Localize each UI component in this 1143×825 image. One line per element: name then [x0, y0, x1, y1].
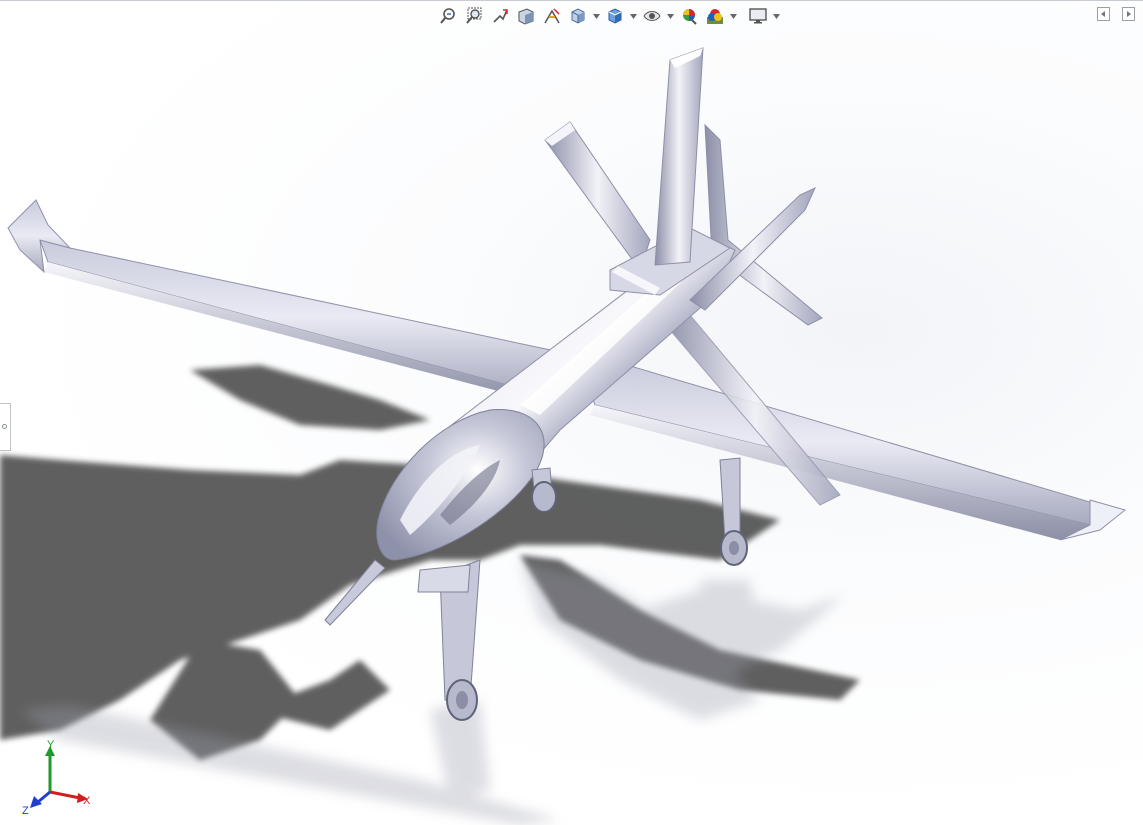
triad-y-label: Y [47, 740, 55, 751]
collapse-left-icon[interactable] [1097, 7, 1110, 21]
reference-triad: Y X Z [22, 740, 91, 817]
view-settings-dropdown[interactable] [772, 5, 781, 27]
eye-icon[interactable] [640, 5, 664, 27]
zoom-to-fit-icon[interactable] [436, 5, 460, 27]
scene-icon[interactable] [703, 5, 727, 27]
x-axis-icon [49, 790, 81, 800]
feature-tree-flyout-tab[interactable] [0, 403, 11, 451]
triad-z-label: Z [22, 805, 29, 817]
monitor-icon[interactable] [746, 5, 770, 27]
viewport-corner-controls [1097, 7, 1135, 21]
uav-model[interactable] [0, 0, 1143, 825]
dynamic-annotation-icon[interactable] [540, 5, 564, 27]
view-orientation-icon[interactable] [566, 5, 590, 27]
tail-fin-right-lower [704, 123, 823, 326]
expand-right-icon[interactable] [1122, 7, 1135, 21]
view-orientation-dropdown[interactable] [592, 5, 601, 27]
z-axis-icon [37, 790, 51, 804]
section-view-icon[interactable] [514, 5, 538, 27]
apply-scene-dropdown[interactable] [729, 5, 738, 27]
tail-fin-left [544, 121, 651, 272]
zoom-to-area-icon[interactable] [462, 5, 486, 27]
hide-show-dropdown[interactable] [666, 5, 675, 27]
heads-up-view-toolbar [436, 5, 781, 27]
triad-x-label: X [83, 795, 91, 807]
display-style-dropdown[interactable] [629, 5, 638, 27]
previous-view-icon[interactable] [488, 5, 512, 27]
graphics-area[interactable]: Y X Z [0, 0, 1143, 825]
flyout-handle-icon [2, 424, 7, 429]
front-landing-gear [417, 559, 481, 721]
display-style-icon[interactable] [603, 5, 627, 27]
appearance-icon[interactable] [677, 5, 701, 27]
left-landing-gear [531, 467, 557, 513]
left-wing [7, 199, 561, 402]
